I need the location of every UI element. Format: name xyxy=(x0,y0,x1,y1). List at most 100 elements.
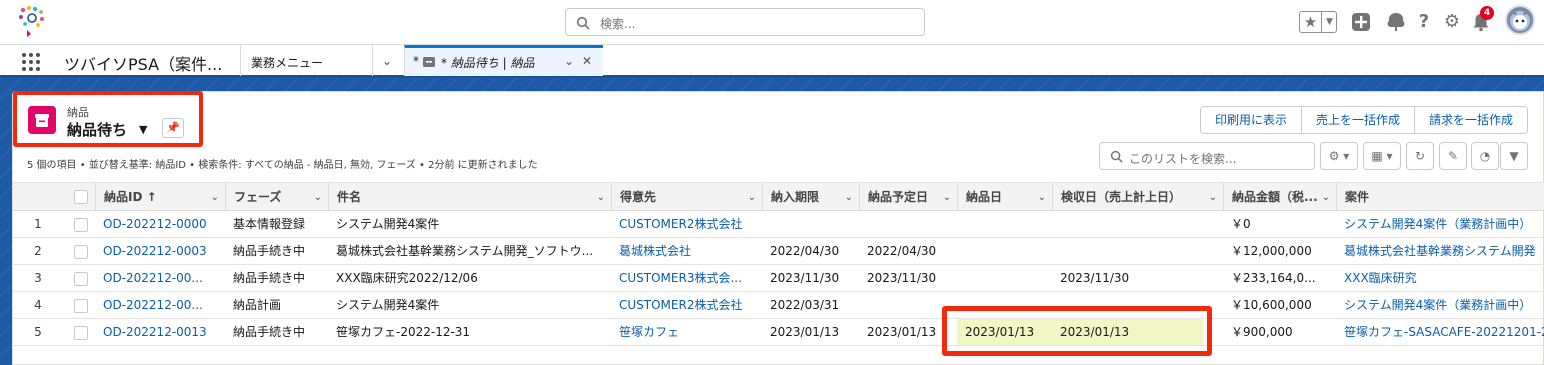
settings-icon[interactable]: ⚙ ▾ xyxy=(1320,142,1358,170)
col-header-delivery-id[interactable]: 納品ID ↑ ⌄ xyxy=(95,183,225,210)
table-header-row: 納品ID ↑ ⌄ フェーズ ⌄ 件名 ⌄ 得意先 ⌄ 納入期限 ⌄ 納品予定日 ⌄ 納品日 ⌄… xyxy=(13,182,1544,211)
global-search-input[interactable]: 検索... xyxy=(565,8,925,36)
customer-link[interactable]: CUSTOMER2株式会社 xyxy=(611,292,762,318)
filter-icon[interactable]: ▼ xyxy=(1500,142,1528,170)
table-row[interactable]: 2 OD-202212-0003 納品手続き中 葛城株式会社基幹業務システム開発… xyxy=(13,238,1544,265)
delivery-id-link[interactable]: OD-202212-0000 xyxy=(95,211,225,237)
delivery-tab-icon xyxy=(423,57,435,67)
tab-delivery-waiting[interactable]: * * 納品待ち | 納品 ⌄ ✕ xyxy=(404,45,603,76)
app-navigation-bar: ツバイソPSA（案件... 業務メニュー ⌄ * * 納品待ち | 納品 ⌄ ✕ xyxy=(0,44,1544,78)
project-link[interactable]: XXX臨床研究 xyxy=(1336,265,1544,291)
col-header-project[interactable]: 案件 xyxy=(1336,183,1544,210)
search-icon xyxy=(576,16,590,30)
table-row[interactable]: 3 OD-202212-00... 納品手続き中 XXX臨床研究2022/12/… xyxy=(13,265,1544,292)
subject-cell: 笹塚カフェ-2022-12-31 xyxy=(336,325,471,339)
col-header-subject[interactable]: 件名 ⌄ xyxy=(328,183,611,210)
deadline-cell: 2023/11/30 xyxy=(770,271,840,285)
refresh-icon[interactable]: ↻ xyxy=(1406,142,1434,170)
row-checkbox[interactable] xyxy=(74,245,88,259)
subject-cell: XXX臨床研究2022/12/06 xyxy=(336,271,478,285)
col-header-acceptance-date[interactable]: 検収日（売上計上日） ⌄ xyxy=(1052,183,1223,210)
col-header-phase[interactable]: フェーズ ⌄ xyxy=(225,183,328,210)
col-header-amount[interactable]: 納品金額（税... ⌄ xyxy=(1223,183,1336,210)
col-header-deadline[interactable]: 納入期限 ⌄ xyxy=(762,183,859,210)
delivery-id-link[interactable]: OD-202212-00... xyxy=(95,265,225,291)
customer-link[interactable]: CUSTOMER3株式会... xyxy=(611,265,762,291)
delivery-id-link[interactable]: OD-202212-00... xyxy=(95,292,225,318)
trailhead-icon[interactable] xyxy=(1385,11,1407,33)
amount-cell: ￥900,000 xyxy=(1231,325,1293,339)
table-row[interactable]: 4 OD-202212-00... 納品計画 システム開発4案件 CUSTOME… xyxy=(13,292,1544,319)
customer-link[interactable]: CUSTOMER2株式会社 xyxy=(611,211,762,237)
subject-cell: システム開発4案件 xyxy=(336,298,440,312)
project-link[interactable]: システム開発4案件（業務計画中） xyxy=(1336,292,1544,318)
add-icon[interactable] xyxy=(1350,11,1372,33)
favorites-caret-icon[interactable]: ▼ xyxy=(1322,12,1337,32)
chart-icon[interactable]: ◔ xyxy=(1471,142,1499,170)
bulk-create-sales-button[interactable]: 売上を一括作成 xyxy=(1301,106,1416,134)
list-search-placeholder: このリストを検索... xyxy=(1129,152,1237,166)
project-link[interactable]: 笹塚カフェ-SASACAFE-20221201-20 xyxy=(1336,319,1544,345)
favorites-button-group[interactable]: ★ ▼ xyxy=(1299,11,1337,33)
deadline-cell: 2022/03/31 xyxy=(770,298,840,312)
customer-link[interactable]: 葛城株式会社 xyxy=(611,238,762,264)
list-meta-info: 5 個の項目 • 並び替え基準: 納品ID • 検索条件: すべての納品 - 納… xyxy=(27,160,538,171)
row-number: 3 xyxy=(34,271,42,285)
search-icon xyxy=(1110,150,1123,163)
acceptance-date-cell xyxy=(1052,211,1223,237)
close-tab-icon[interactable]: ✕ xyxy=(582,54,592,68)
customer-link[interactable]: 笹塚カフェ xyxy=(611,319,762,345)
phase-cell: 納品手続き中 xyxy=(233,271,306,285)
favorites-star-icon[interactable]: ★ xyxy=(1300,12,1322,32)
chevron-down-icon[interactable]: ⌄ xyxy=(564,54,574,68)
app-launcher-icon[interactable] xyxy=(22,53,40,71)
delivery-date-cell xyxy=(957,265,1052,291)
amount-cell: ￥0 xyxy=(1231,217,1251,231)
delivery-id-link[interactable]: OD-202212-0013 xyxy=(95,319,225,345)
setup-gear-icon[interactable]: ⚙ xyxy=(1441,11,1463,33)
amount-cell: ￥12,000,000 xyxy=(1231,244,1312,258)
phase-cell: 納品手続き中 xyxy=(233,244,306,258)
display-as-table-icon[interactable]: ▦ ▾ xyxy=(1363,142,1401,170)
row-number: 1 xyxy=(34,217,42,231)
chevron-down-icon[interactable]: ⌄ xyxy=(382,54,392,68)
project-link[interactable]: 葛城株式会社基幹業務システム開発 xyxy=(1336,238,1544,264)
bulk-create-invoice-button[interactable]: 請求を一括作成 xyxy=(1414,106,1529,134)
help-icon[interactable]: ? xyxy=(1413,11,1435,33)
deadline-cell xyxy=(762,211,859,237)
phase-cell: 納品手続き中 xyxy=(233,325,306,339)
planned-date-cell: 2022/04/30 xyxy=(867,244,937,258)
row-checkbox[interactable] xyxy=(74,299,88,313)
deadline-cell: 2023/01/13 xyxy=(770,325,840,339)
notification-badge: 4 xyxy=(1480,6,1494,20)
subject-cell: 葛城株式会社基幹業務システム開発_ソフトウ... xyxy=(336,244,594,258)
nav-dropdown[interactable]: ⌄ xyxy=(372,45,404,76)
row-number: 5 xyxy=(34,325,42,339)
col-header-delivery-date[interactable]: 納品日 ⌄ xyxy=(957,183,1052,210)
table-row[interactable]: 1 OD-202212-0000 基本情報登録 システム開発4案件 CUSTOM… xyxy=(13,211,1544,238)
tab-business-menu[interactable]: 業務メニュー xyxy=(240,45,372,76)
project-link[interactable]: システム開発4案件（業務計画中） xyxy=(1336,211,1544,237)
list-search-input[interactable]: このリストを検索... xyxy=(1099,142,1315,170)
row-checkbox[interactable] xyxy=(74,272,88,286)
table-row[interactable]: 5 OD-202212-0013 納品手続き中 笹塚カフェ-2022-12-31… xyxy=(13,319,1544,346)
amount-cell: ￥10,600,000 xyxy=(1231,298,1312,312)
app-name: ツバイソPSA（案件... xyxy=(64,55,223,74)
print-view-button[interactable]: 印刷用に表示 xyxy=(1200,106,1303,134)
global-search-placeholder: 検索... xyxy=(600,17,636,31)
row-checkbox[interactable] xyxy=(74,218,88,232)
delivery-id-link[interactable]: OD-202212-0003 xyxy=(95,238,225,264)
select-all-checkbox[interactable] xyxy=(74,190,88,204)
avatar[interactable] xyxy=(1505,5,1535,35)
deadline-cell: 2022/04/30 xyxy=(770,244,840,258)
delivery-date-cell xyxy=(957,211,1052,237)
planned-date-cell: 2023/11/30 xyxy=(867,271,937,285)
col-header-customer[interactable]: 得意先 ⌄ xyxy=(611,183,762,210)
row-number: 2 xyxy=(34,244,42,258)
edit-icon[interactable]: ✎ xyxy=(1439,142,1467,170)
col-header-planned-date[interactable]: 納品予定日 ⌄ xyxy=(859,183,957,210)
acceptance-date-cell: 2023/11/30 xyxy=(1060,271,1130,285)
phase-cell: 基本情報登録 xyxy=(233,217,306,231)
row-checkbox[interactable] xyxy=(74,326,88,340)
salesforce-logo[interactable] xyxy=(14,3,50,39)
